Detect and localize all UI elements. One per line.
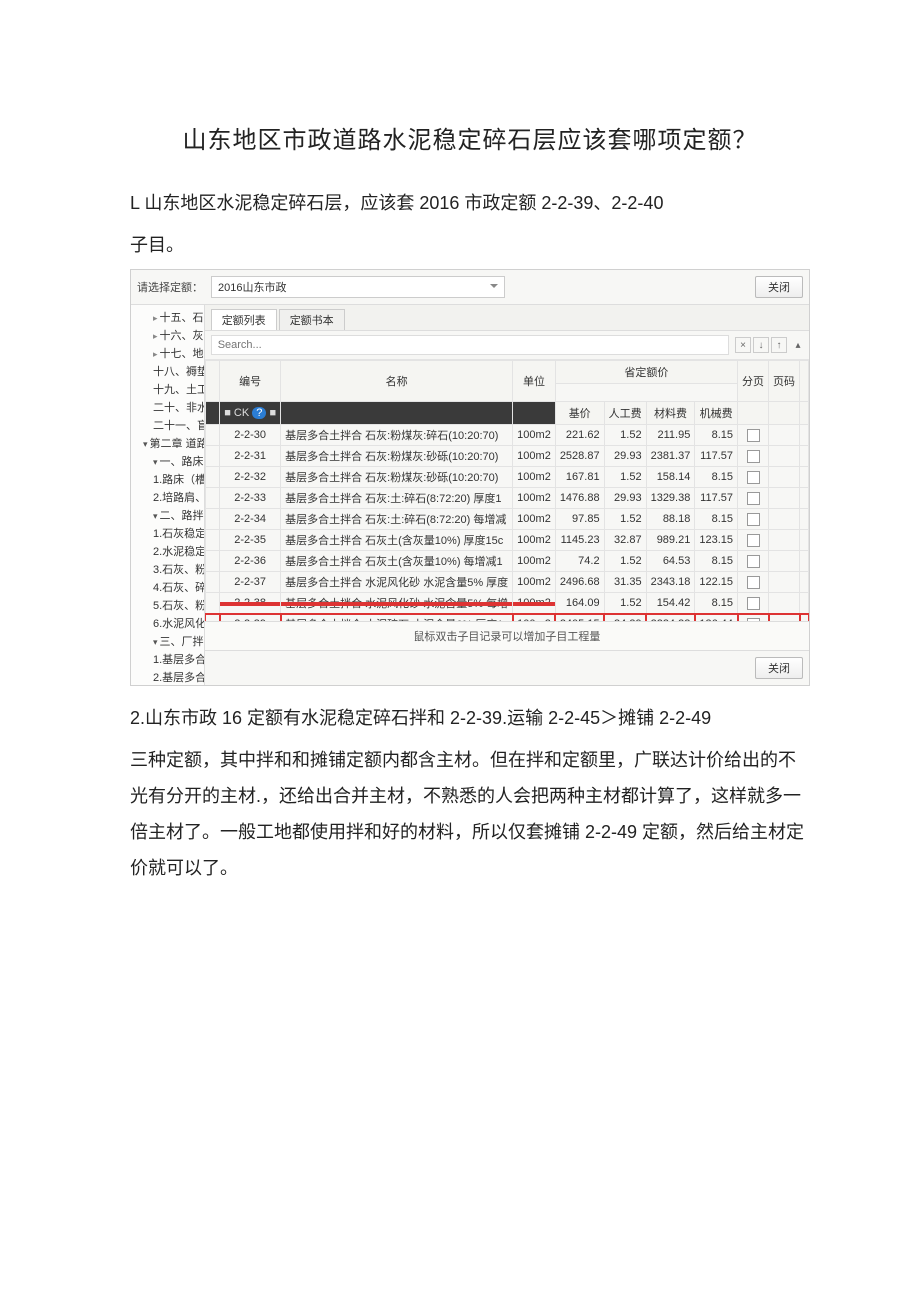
- checkbox[interactable]: [747, 450, 760, 463]
- checkbox[interactable]: [747, 534, 760, 547]
- tree-item[interactable]: 2.培路肩、整修边: [131, 489, 204, 507]
- close-button-top[interactable]: 关闭: [755, 276, 803, 298]
- para-3: 三种定额，其中拌和和摊铺定额内都含主材。但在拌和定额里，广联达计价给出的不光有分…: [130, 742, 810, 886]
- col-unit[interactable]: 单位: [513, 361, 556, 402]
- table-row[interactable]: 2-2-31基层多合土拌合 石灰:粉煤灰:砂砾(10:20:70)100m225…: [205, 446, 808, 467]
- para-2: 2.山东市政 16 定额有水泥稳定碎石拌和 2-2-39.运输 2-2-45＞摊…: [130, 700, 810, 736]
- tree-item[interactable]: 1.路床（槽）整形: [131, 471, 204, 489]
- para-1a: L 山东地区水泥稳定碎石层，应该套 2016 市政定额 2-2-39、2-2-4…: [130, 185, 810, 221]
- tree-item[interactable]: 第二章 道路基层: [131, 435, 204, 453]
- tab-book[interactable]: 定额书本: [279, 309, 345, 330]
- tree-item[interactable]: 一、路床（槽）整形: [131, 453, 204, 471]
- tree-item[interactable]: 4.石灰、碎石、土: [131, 579, 204, 597]
- checkbox[interactable]: [747, 492, 760, 505]
- quota-table: 编号 名称 单位 省定额价 分页 页码: [205, 360, 809, 621]
- checkbox[interactable]: [747, 429, 760, 442]
- col-code[interactable]: 编号: [220, 361, 281, 402]
- quota-select[interactable]: 2016山东市政: [211, 276, 505, 298]
- tab-list[interactable]: 定额列表: [211, 309, 277, 330]
- col-mach[interactable]: 机械费: [695, 402, 738, 425]
- table-row[interactable]: 2-2-36基层多合土拌合 石灰土(含灰量10%) 每增减1100m274.21…: [205, 551, 808, 572]
- table-row[interactable]: 2-2-38基层多合土拌合 水泥风化砂 水泥含量5% 每增100m2164.09…: [205, 593, 808, 614]
- search-tools: × ↓ ↑: [735, 337, 787, 353]
- tree-item[interactable]: 二十、非水沟、截水沟: [131, 399, 204, 417]
- quota-select-value: 2016山东市政: [218, 279, 286, 295]
- table-row[interactable]: 2-2-37基层多合土拌合 水泥风化砂 水泥含量5% 厚度100m22496.6…: [205, 572, 808, 593]
- table-row[interactable]: ▸2-2-39基层多合土拌合 水泥碎石 水泥含量6% 厚度1100m22405.…: [205, 614, 808, 622]
- tree-item[interactable]: 十七、地基注浆: [131, 345, 204, 363]
- tree-item[interactable]: 1.基层多合土拌合: [131, 651, 204, 669]
- tree-item[interactable]: 三、厂拌多合土基层: [131, 633, 204, 651]
- tree-item[interactable]: 十八、褥垫层: [131, 363, 204, 381]
- checkbox[interactable]: [747, 597, 760, 610]
- tree-item[interactable]: 3.石灰、粉煤灰、: [131, 561, 204, 579]
- tree-item[interactable]: 2.水泥稳定土基层: [131, 543, 204, 561]
- search-input[interactable]: [211, 335, 729, 355]
- close-button-bottom[interactable]: 关闭: [755, 657, 803, 679]
- tree-item[interactable]: 十六、灰土（砂）挤密: [131, 327, 204, 345]
- tree-item[interactable]: 十五、石灰（砂）桩: [131, 309, 204, 327]
- tree-item[interactable]: 1.石灰稳定土基层: [131, 525, 204, 543]
- ck-toolbar[interactable]: ■ CK ? ■: [224, 407, 276, 419]
- tree-item[interactable]: 二十一、盲沟: [131, 417, 204, 435]
- down-icon[interactable]: ↓: [753, 337, 769, 353]
- para-1b: 子目。: [130, 227, 810, 263]
- col-base[interactable]: 基价: [555, 402, 604, 425]
- col-ym[interactable]: 页码: [769, 361, 800, 402]
- tree-item[interactable]: 二、路拌多合土基层: [131, 507, 204, 525]
- col-group-price[interactable]: 省定额价: [555, 361, 737, 384]
- table-row[interactable]: 2-2-33基层多合土拌合 石灰:土:碎石(8:72:20) 厚度1100m21…: [205, 488, 808, 509]
- topbar: 请选择定额： 2016山东市政 关闭: [131, 270, 809, 305]
- tree-item[interactable]: 6.水泥风化砂基层: [131, 615, 204, 633]
- table-row[interactable]: 2-2-32基层多合土拌合 石灰:粉煤灰:砂砾(10:20:70)100m216…: [205, 467, 808, 488]
- col-mat[interactable]: 材料费: [646, 402, 695, 425]
- tree-item[interactable]: 2.基层多合土运输: [131, 669, 204, 685]
- up-icon[interactable]: ↑: [771, 337, 787, 353]
- table-row[interactable]: 2-2-30基层多合土拌合 石灰:粉煤灰:碎石(10:20:70)100m222…: [205, 425, 808, 446]
- footer-hint: 鼠标双击子目记录可以增加子目工程量: [205, 621, 809, 650]
- help-icon[interactable]: ?: [252, 407, 266, 419]
- checkbox[interactable]: [747, 576, 760, 589]
- tree-item[interactable]: 5.石灰、粉煤灰、: [131, 597, 204, 615]
- vscroll-up-icon[interactable]: ▴: [793, 338, 803, 352]
- search-row: × ↓ ↑ ▴: [205, 331, 809, 360]
- select-label: 请选择定额：: [137, 279, 203, 295]
- table-row[interactable]: 2-2-34基层多合土拌合 石灰:土:碎石(8:72:20) 每增减100m29…: [205, 509, 808, 530]
- quota-app-window: 请选择定额： 2016山东市政 关闭 十五、石灰（砂）桩十六、灰土（砂）挤密十七…: [130, 269, 810, 686]
- table-row[interactable]: 2-2-35基层多合土拌合 石灰土(含灰量10%) 厚度15c100m21145…: [205, 530, 808, 551]
- tree-item[interactable]: 十九、土工合成材: [131, 381, 204, 399]
- tab-bar: 定额列表 定额书本: [205, 305, 809, 331]
- doc-title: 山东地区市政道路水泥稳定碎石层应该套哪项定额？: [130, 120, 810, 155]
- checkbox[interactable]: [747, 513, 760, 526]
- clear-icon[interactable]: ×: [735, 337, 751, 353]
- checkbox[interactable]: [747, 555, 760, 568]
- col-name[interactable]: 名称: [281, 361, 513, 402]
- checkbox[interactable]: [747, 471, 760, 484]
- col-labor[interactable]: 人工费: [604, 402, 646, 425]
- col-fy[interactable]: 分页: [738, 361, 769, 402]
- tree-panel[interactable]: 十五、石灰（砂）桩十六、灰土（砂）挤密十七、地基注浆十八、褥垫层十九、土工合成材…: [131, 305, 205, 685]
